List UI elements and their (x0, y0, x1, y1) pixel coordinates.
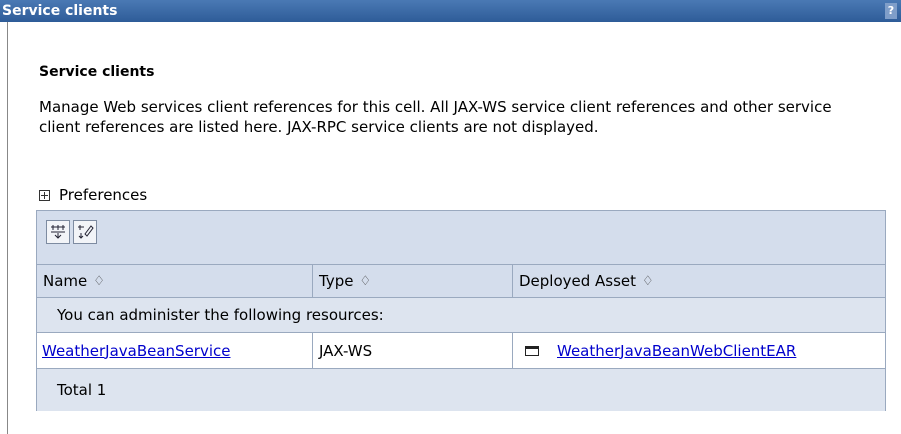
content-border (7, 22, 8, 434)
column-header-name[interactable]: Name ♢ (37, 265, 313, 297)
service-clients-table: Name ♢ Type ♢ Deployed Asset ♢ You can a… (36, 210, 886, 411)
column-header-deployed-asset[interactable]: Deployed Asset ♢ (513, 265, 885, 297)
deployed-asset-link[interactable]: WeatherJavaBeanWebClientEAR (557, 342, 796, 360)
service-name-link[interactable]: WeatherJavaBeanService (42, 342, 231, 360)
application-icon (525, 345, 539, 356)
page-description: Manage Web services client references fo… (39, 98, 832, 136)
table-header-row: Name ♢ Type ♢ Deployed Asset ♢ (37, 265, 885, 298)
table-row: WeatherJavaBeanService JAX-WS WeatherJav… (37, 333, 885, 369)
preferences-toggle[interactable]: Preferences (39, 186, 147, 204)
sort-icon[interactable]: ♢ (359, 274, 371, 289)
column-header-type[interactable]: Type ♢ (313, 265, 513, 297)
edit-filter-icon[interactable] (73, 220, 97, 244)
info-message: You can administer the following resourc… (57, 306, 384, 324)
table-total-row: Total 1 (37, 369, 885, 411)
page-title: Service clients (39, 64, 155, 80)
deployed-asset-cell: WeatherJavaBeanWebClientEAR (513, 333, 885, 368)
expand-plus-icon[interactable] (39, 189, 50, 201)
service-name-cell: WeatherJavaBeanService (37, 333, 313, 368)
window-title-bar: Service clients ? (0, 0, 901, 22)
service-type-cell: JAX-WS (313, 333, 513, 368)
total-count: Total 1 (57, 381, 107, 399)
filter-table-icon[interactable] (46, 220, 70, 244)
table-info-row: You can administer the following resourc… (37, 298, 885, 333)
preferences-label[interactable]: Preferences (59, 186, 147, 204)
sort-icon[interactable]: ♢ (93, 274, 105, 289)
sort-icon[interactable]: ♢ (642, 274, 654, 289)
window-title: Service clients (2, 3, 118, 19)
help-icon[interactable]: ? (885, 3, 897, 19)
table-toolbar (37, 211, 885, 265)
